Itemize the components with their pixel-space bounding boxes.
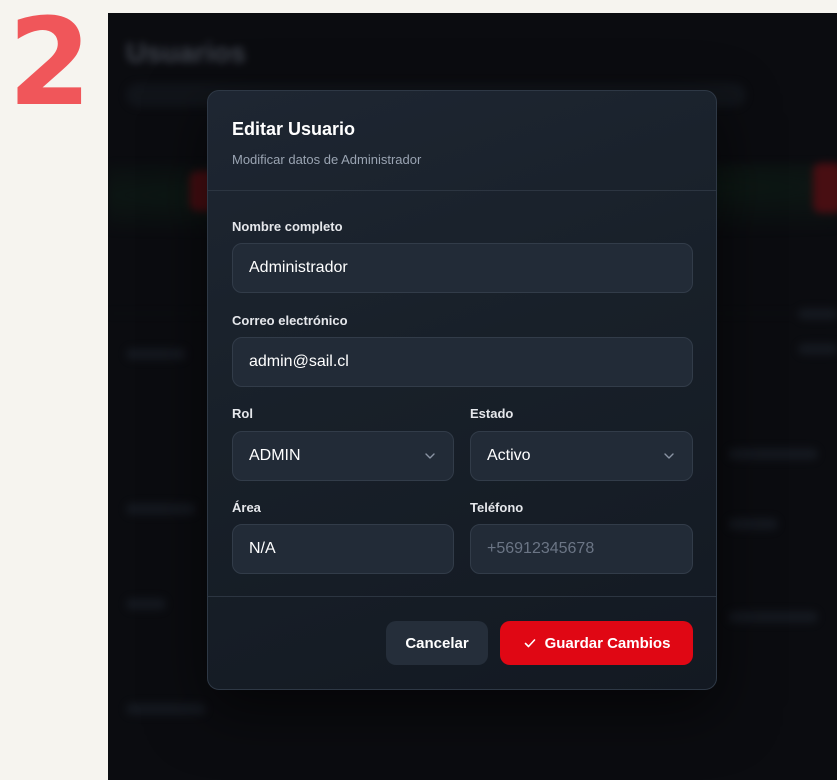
check-icon (524, 639, 535, 648)
chevron-down-icon (662, 449, 676, 463)
step-number: 2 (8, 0, 92, 133)
dialog-header: Editar Usuario Modificar datos de Admini… (208, 91, 716, 191)
dialog-title: Editar Usuario (232, 119, 356, 139)
background-text-bar (798, 343, 837, 355)
background-text-bar (728, 611, 818, 623)
dialog-footer: Cancelar Guardar Cambios (208, 597, 716, 689)
save-changes-button[interactable]: Guardar Cambios (500, 621, 693, 665)
email-input[interactable] (249, 353, 676, 371)
background-text-bar (798, 308, 837, 320)
area-label: Área (232, 500, 261, 515)
phone-label: Teléfono (470, 500, 524, 515)
email-label: Correo electrónico (232, 313, 348, 328)
background-text-bar (126, 503, 196, 515)
cancel-button[interactable]: Cancelar (386, 621, 488, 665)
background-text-bar (126, 703, 206, 715)
area-input[interactable] (249, 540, 437, 558)
background-text-bar (126, 598, 166, 610)
app-screen: Usuarios Editar Usuario Modificar datos … (108, 13, 837, 780)
phone-input[interactable] (487, 540, 676, 558)
background-text-bar (728, 518, 778, 530)
background-page-title: Usuarios (126, 37, 246, 68)
phone-field[interactable] (470, 524, 693, 574)
background-red-block (813, 163, 837, 213)
status-label: Estado (470, 406, 514, 421)
role-select[interactable]: ADMIN (232, 431, 454, 481)
background-text-bar (126, 348, 186, 360)
dialog-form: Nombre completo Correo electrónico Rol A… (208, 191, 716, 597)
area-field[interactable] (232, 524, 454, 574)
name-input[interactable] (249, 259, 676, 277)
email-field[interactable] (232, 337, 693, 387)
dialog-subtitle: Modificar datos de Administrador (232, 152, 422, 167)
name-field[interactable] (232, 243, 693, 293)
status-select[interactable]: Activo (470, 431, 693, 481)
edit-user-dialog: Editar Usuario Modificar datos de Admini… (207, 90, 717, 690)
status-selected-value: Activo (487, 447, 531, 464)
background-text-bar (728, 448, 818, 460)
chevron-down-icon (423, 449, 437, 463)
name-label: Nombre completo (232, 219, 343, 234)
role-label: Rol (232, 406, 253, 421)
save-changes-label: Guardar Cambios (544, 634, 671, 652)
role-selected-value: ADMIN (249, 447, 301, 464)
